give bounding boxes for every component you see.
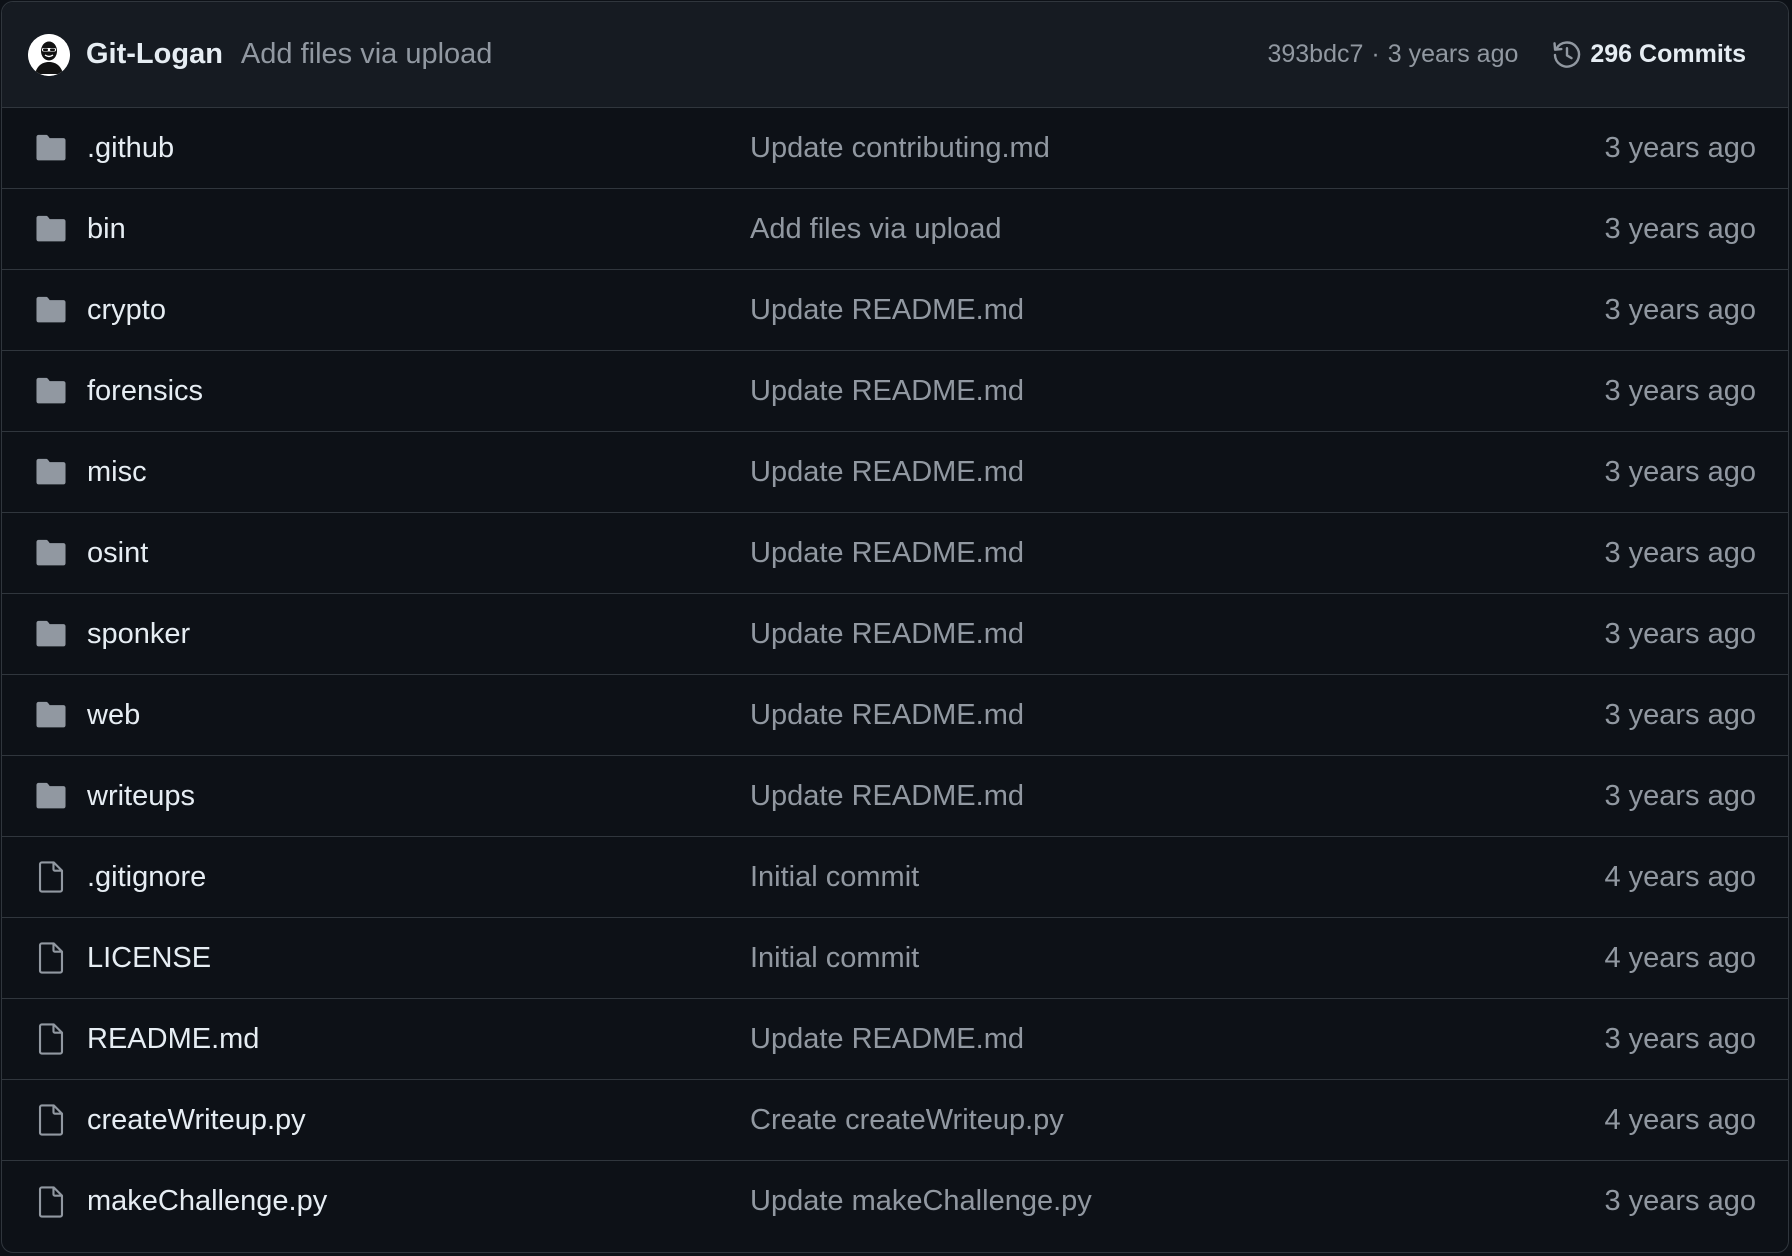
commit-age: 3 years ago (1604, 374, 1756, 407)
file-row[interactable]: LICENSE Initial commit 4 years ago (2, 918, 1788, 999)
commit-message-link[interactable]: Update README.md (750, 537, 1024, 570)
commit-message-link[interactable]: Update README.md (750, 375, 1024, 408)
commit-message-link[interactable]: Update README.md (750, 699, 1024, 732)
folder-icon (34, 455, 68, 489)
latest-commit-bar: Git-Logan Add files via upload 393bdc7 ·… (2, 2, 1788, 108)
commit-message-link[interactable]: Update README.md (750, 618, 1024, 651)
folder-icon (34, 536, 68, 570)
folder-name-link[interactable]: sponker (87, 618, 190, 651)
folder-icon (34, 374, 68, 408)
folder-row[interactable]: bin Add files via upload 3 years ago (2, 189, 1788, 270)
commit-message-link[interactable]: Add files via upload (750, 213, 1002, 246)
folder-name-link[interactable]: bin (87, 213, 126, 246)
commit-age: 3 years ago (1604, 455, 1756, 488)
commit-age: 3 years ago (1604, 1185, 1756, 1217)
file-list: .github Update contributing.md 3 years ago… (2, 108, 1788, 1242)
commit-age: 4 years ago (1604, 860, 1756, 893)
folder-name-link[interactable]: osint (87, 537, 148, 570)
folder-icon (34, 293, 68, 327)
folder-icon (34, 779, 68, 813)
file-row[interactable]: createWriteup.py Create createWriteup.py 4… (2, 1080, 1788, 1161)
file-row[interactable]: makeChallenge.py Update makeChallenge.py 3… (2, 1161, 1788, 1242)
commit-message-link[interactable]: Update makeChallenge.py (750, 1185, 1092, 1218)
folder-row[interactable]: web Update README.md 3 years ago (2, 675, 1788, 756)
file-icon (34, 941, 68, 975)
commit-age: 3 years ago (1604, 212, 1756, 245)
commit-sha-link[interactable]: 393bdc7 (1267, 40, 1363, 69)
avatar-image (28, 33, 70, 76)
folder-name-link[interactable]: crypto (87, 294, 166, 327)
folder-name-link[interactable]: .github (87, 132, 174, 165)
folder-icon (34, 698, 68, 732)
latest-commit-message[interactable]: Add files via upload (241, 38, 493, 71)
commit-age: 3 years ago (1604, 536, 1756, 569)
folder-name-link[interactable]: writeups (87, 780, 195, 813)
commit-message-link[interactable]: Initial commit (750, 861, 919, 894)
folder-row[interactable]: crypto Update README.md 3 years ago (2, 270, 1788, 351)
commit-time: 3 years ago (1387, 40, 1519, 68)
commit-message-link[interactable]: Update README.md (750, 780, 1024, 813)
file-row[interactable]: README.md Update README.md 3 years ago (2, 999, 1788, 1080)
file-name-link[interactable]: README.md (87, 1023, 259, 1056)
commits-count: 296 Commits (1590, 40, 1746, 68)
folder-icon (34, 212, 68, 246)
folder-row[interactable]: sponker Update README.md 3 years ago (2, 594, 1788, 675)
folder-row[interactable]: osint Update README.md 3 years ago (2, 513, 1788, 594)
folder-icon (34, 617, 68, 651)
file-name-link[interactable]: createWriteup.py (87, 1104, 306, 1137)
commit-message-link[interactable]: Update README.md (750, 456, 1024, 489)
file-name-link[interactable]: .gitignore (87, 861, 206, 894)
commit-age: 3 years ago (1604, 698, 1756, 731)
commit-message-link[interactable]: Initial commit (750, 942, 919, 975)
folder-row[interactable]: forensics Update README.md 3 years ago (2, 351, 1788, 432)
commit-age: 3 years ago (1604, 131, 1756, 164)
file-icon (34, 1022, 68, 1056)
file-icon (34, 860, 68, 894)
history-icon (1553, 40, 1581, 68)
file-icon (34, 1185, 68, 1219)
file-name-link[interactable]: makeChallenge.py (87, 1185, 327, 1218)
folder-row[interactable]: writeups Update README.md 3 years ago (2, 756, 1788, 837)
commit-age: 3 years ago (1604, 779, 1756, 812)
file-icon (34, 1103, 68, 1137)
commit-age: 3 years ago (1604, 293, 1756, 326)
commit-age: 4 years ago (1604, 941, 1756, 974)
commit-message-link[interactable]: Update contributing.md (750, 132, 1050, 165)
commit-message-link[interactable]: Update README.md (750, 294, 1024, 327)
avatar[interactable] (28, 33, 70, 76)
commit-age: 3 years ago (1604, 617, 1756, 650)
commit-age: 4 years ago (1604, 1103, 1756, 1136)
file-browser: Git-Logan Add files via upload 393bdc7 ·… (1, 1, 1789, 1253)
commit-meta: 393bdc7 · 3 years ago (1267, 40, 1518, 69)
commits-history-link[interactable]: 296 Commits (1550, 38, 1746, 72)
commit-message-link[interactable]: Update README.md (750, 1023, 1024, 1056)
folder-icon (34, 131, 68, 165)
commit-age: 3 years ago (1604, 1022, 1756, 1055)
commit-message-link[interactable]: Create createWriteup.py (750, 1104, 1064, 1137)
meta-separator: · (1371, 40, 1380, 68)
file-row[interactable]: .gitignore Initial commit 4 years ago (2, 837, 1788, 918)
folder-name-link[interactable]: forensics (87, 375, 203, 408)
folder-row[interactable]: misc Update README.md 3 years ago (2, 432, 1788, 513)
folder-row[interactable]: .github Update contributing.md 3 years ago (2, 108, 1788, 189)
file-name-link[interactable]: LICENSE (87, 942, 211, 975)
folder-name-link[interactable]: web (87, 699, 140, 732)
folder-name-link[interactable]: misc (87, 456, 147, 489)
commit-author-link[interactable]: Git-Logan (86, 38, 223, 71)
